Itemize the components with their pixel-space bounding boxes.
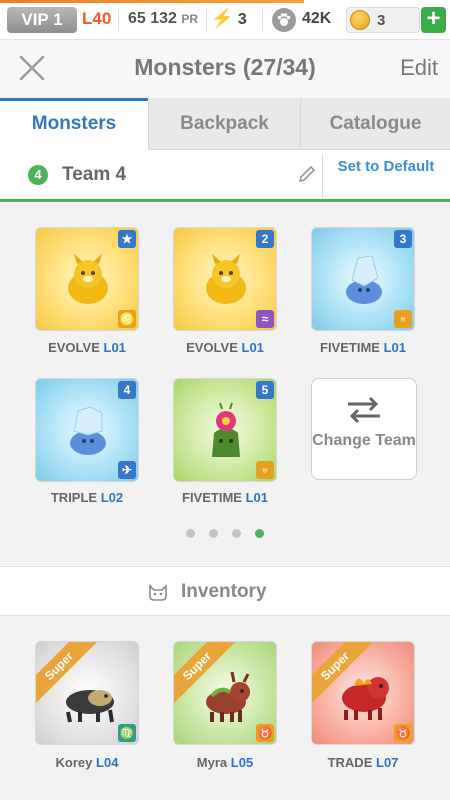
monster-image (342, 677, 389, 720)
team-slot-label: EVOLVE L01 (160, 340, 290, 355)
team-slot-1[interactable]: ★ ♌ (35, 227, 139, 331)
power-rating: 65 132 PR (128, 10, 198, 28)
monster-level: L04 (96, 755, 119, 770)
monster-name: TRIPLE (50, 490, 98, 505)
element-badge: ♅ (394, 310, 412, 328)
page-dot[interactable] (232, 529, 241, 538)
inventory-label: Inventory (181, 581, 267, 602)
power-value: 65 132 (128, 10, 177, 27)
set-default-button[interactable]: Set to Default (330, 158, 442, 176)
inventory-label: Myra L05 (160, 755, 290, 770)
energy[interactable]: ⚡ 3 (211, 8, 247, 29)
monster-image (212, 402, 240, 457)
player-level: L40 (82, 9, 112, 28)
change-team-button[interactable]: Change Team (311, 378, 417, 480)
star-icon: ★ (118, 230, 136, 248)
team-number-badge: 4 (28, 165, 48, 185)
divider (262, 9, 263, 31)
coin-counter[interactable]: 3 (346, 7, 420, 33)
coin-value: 3 (377, 12, 386, 29)
slot-number-badge: 5 (256, 381, 274, 399)
energy-value: 3 (237, 11, 247, 28)
tab-monsters[interactable]: Monsters (0, 98, 148, 150)
tab-catalogue[interactable]: Catalogue (300, 98, 450, 150)
monster-level: L01 (103, 340, 126, 355)
tab-bar: Monsters Backpack Catalogue (0, 98, 450, 150)
inventory-item[interactable]: Super ♍ (35, 641, 139, 745)
paw-icon (272, 8, 296, 32)
team-header: 4 Team 4 Set to Default (0, 150, 450, 202)
status-bar: VIP 1 L40 65 132 PR ⚡ 3 42K 3 + (0, 0, 450, 40)
team-slot-2[interactable]: 2 ≈ (173, 227, 277, 331)
inventory-item[interactable]: Super ♉ (173, 641, 277, 745)
slot-number-badge: 2 (256, 230, 274, 248)
monster-name: FIVETIME (182, 490, 242, 505)
element-badge: ♍ (118, 724, 136, 742)
divider (118, 9, 119, 31)
monster-level: L05 (230, 755, 254, 770)
team-slot-label: EVOLVE L01 (22, 340, 152, 355)
inventory-item[interactable]: Super ♉ (311, 641, 415, 745)
inventory-label: Korey L04 (22, 755, 152, 770)
divider (322, 154, 323, 198)
element-badge: ✈ (118, 461, 136, 479)
monster-image (68, 254, 108, 304)
page-dot-active[interactable] (255, 529, 264, 538)
monster-level: L01 (241, 340, 264, 355)
bolt-icon: ⚡ (211, 8, 234, 28)
team-slot-3[interactable]: 3 ♅ (311, 227, 415, 331)
change-team-label: Change Team (312, 432, 416, 449)
monster-name: Korey (55, 755, 93, 770)
page-dot[interactable] (209, 529, 218, 538)
xp-progress-line (0, 0, 304, 3)
monster-image (66, 690, 114, 723)
paw-count: 42K (302, 10, 332, 27)
divider (206, 9, 207, 31)
title-bar: Monsters (27/34) Edit (0, 40, 450, 98)
inventory-header: Inventory (0, 566, 450, 616)
team-slot-label: FIVETIME L01 (160, 490, 290, 505)
team-slot-5[interactable]: 5 ♅ (173, 378, 277, 482)
element-badge: ♉ (394, 724, 412, 742)
monster-name: TRADE (327, 755, 373, 770)
monster-name: EVOLVE (186, 340, 238, 355)
coin-icon (350, 10, 370, 30)
team-slot-4[interactable]: 4 ✈ (35, 378, 139, 482)
tab-backpack[interactable]: Backpack (148, 98, 300, 150)
monster-image (70, 406, 106, 455)
slot-number-badge: 3 (394, 230, 412, 248)
add-currency-button[interactable]: + (421, 7, 446, 33)
element-badge: ♌ (118, 310, 136, 328)
edit-button[interactable]: Edit (400, 55, 438, 81)
page-dot[interactable] (186, 529, 195, 538)
power-unit: PR (181, 12, 199, 26)
vip-badge[interactable]: VIP 1 (7, 7, 77, 33)
monster-level: L02 (100, 490, 124, 505)
element-badge: ♉ (256, 724, 274, 742)
team-slot-label: FIVETIME L01 (298, 340, 428, 355)
monster-face-icon (148, 584, 168, 607)
inventory-label: TRADE L07 (298, 755, 428, 770)
team-slot-label: TRIPLE L02 (22, 490, 152, 505)
monster-level: L01 (383, 340, 406, 355)
monster-level: L07 (376, 755, 399, 770)
pencil-icon[interactable] (298, 165, 316, 188)
swap-icon (348, 396, 380, 423)
element-badge: ≈ (256, 310, 274, 328)
element-badge: ♅ (256, 461, 274, 479)
page-title: Monsters (27/34) (134, 54, 316, 80)
monster-image (206, 671, 250, 722)
slot-number-badge: 4 (118, 381, 136, 399)
monster-name: Myra (196, 755, 228, 770)
monster-name: FIVETIME (320, 340, 380, 355)
monster-image (206, 254, 246, 304)
monster-name: EVOLVE (48, 340, 100, 355)
team-name: Team 4 (62, 164, 127, 185)
monster-image (346, 255, 382, 304)
monster-level: L01 (245, 490, 268, 505)
